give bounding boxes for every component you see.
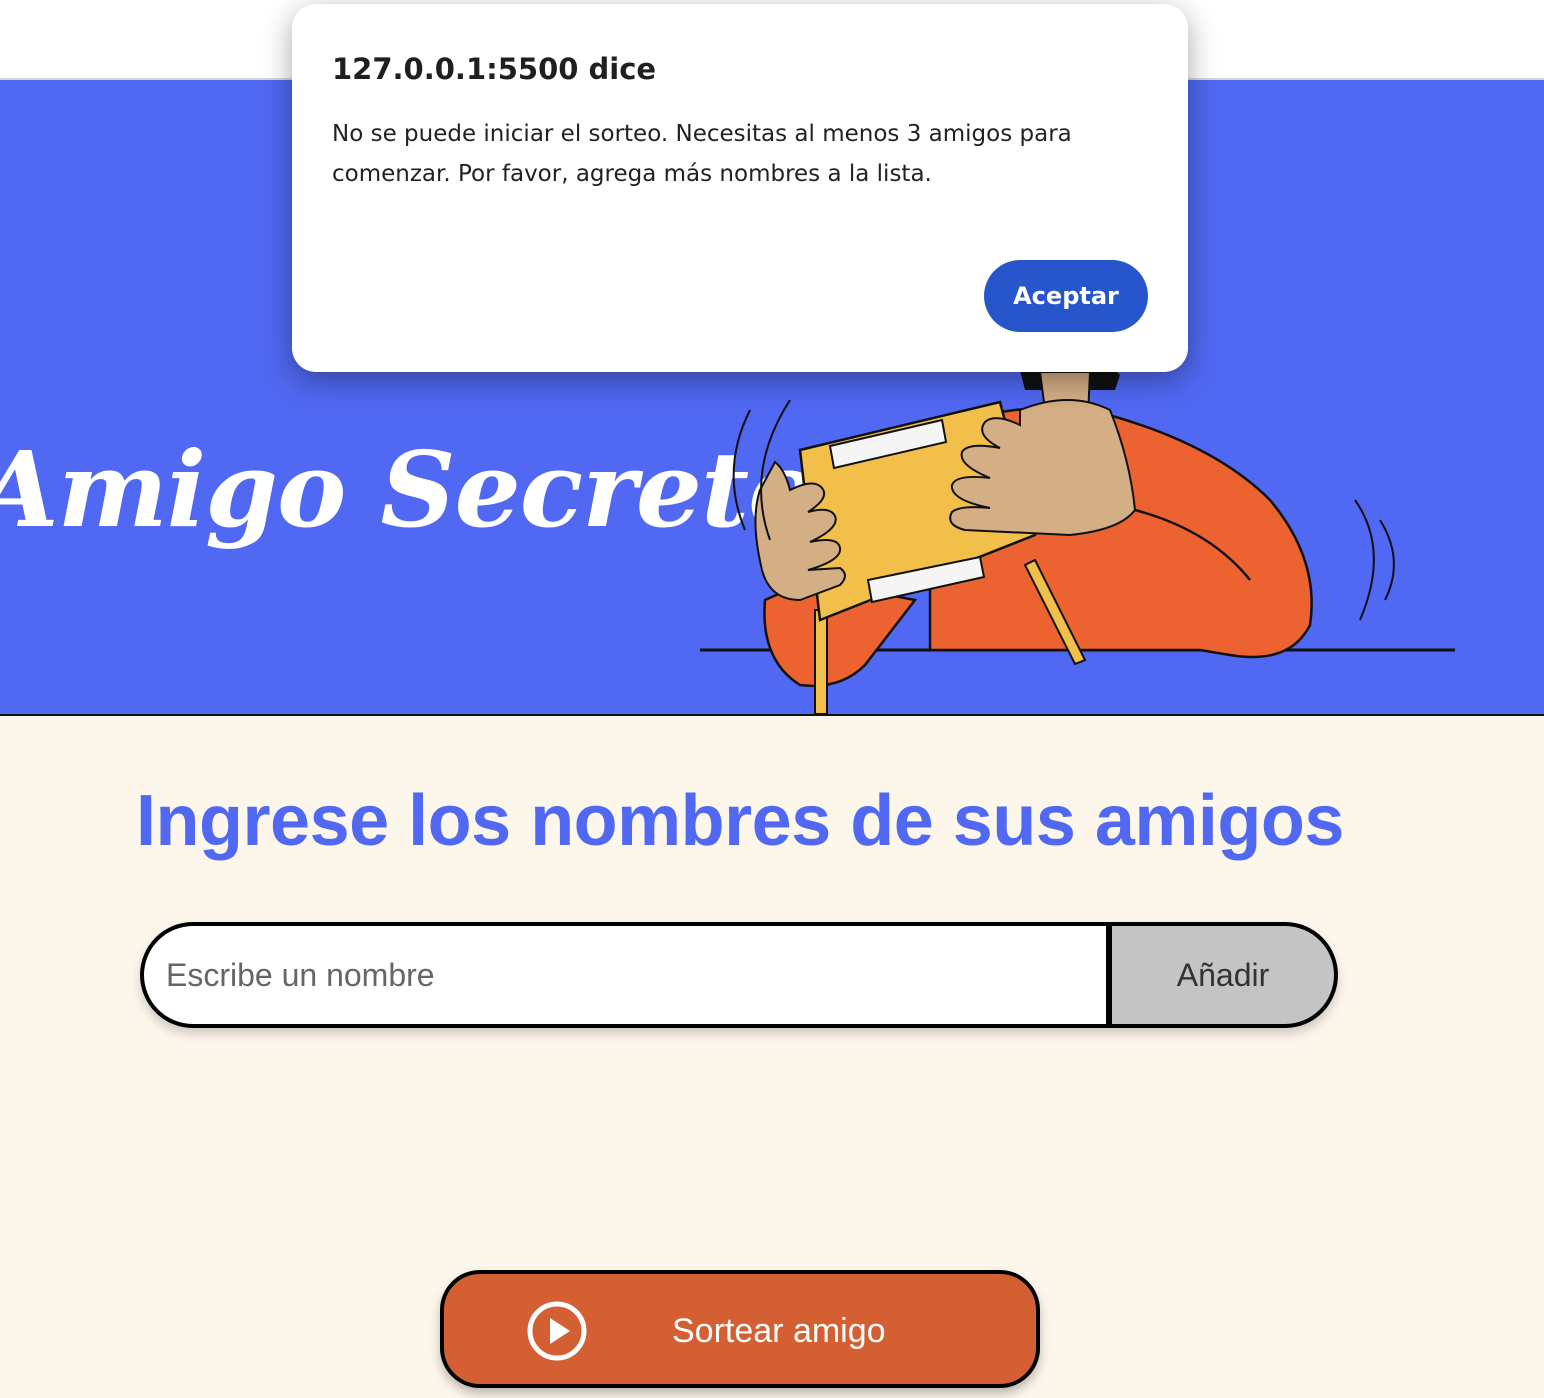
name-input-group: Añadir xyxy=(140,922,1338,1028)
play-circle-icon xyxy=(527,1301,587,1361)
main-section: Ingrese los nombres de sus amigos Añadir… xyxy=(0,716,1544,1398)
add-button[interactable]: Añadir xyxy=(1112,922,1338,1028)
alert-dialog: 127.0.0.1:5500 dice No se puede iniciar … xyxy=(292,4,1188,372)
alert-title: 127.0.0.1:5500 dice xyxy=(332,52,657,86)
draw-friend-button[interactable]: Sortear amigo xyxy=(440,1270,1040,1388)
section-heading: Ingrese los nombres de sus amigos xyxy=(136,781,1344,861)
alert-message: No se puede iniciar el sorteo. Necesitas… xyxy=(332,121,1072,187)
alert-ok-button[interactable]: Aceptar xyxy=(984,260,1148,332)
name-input[interactable] xyxy=(140,922,1112,1028)
draw-button-label: Sortear amigo xyxy=(672,1312,886,1350)
